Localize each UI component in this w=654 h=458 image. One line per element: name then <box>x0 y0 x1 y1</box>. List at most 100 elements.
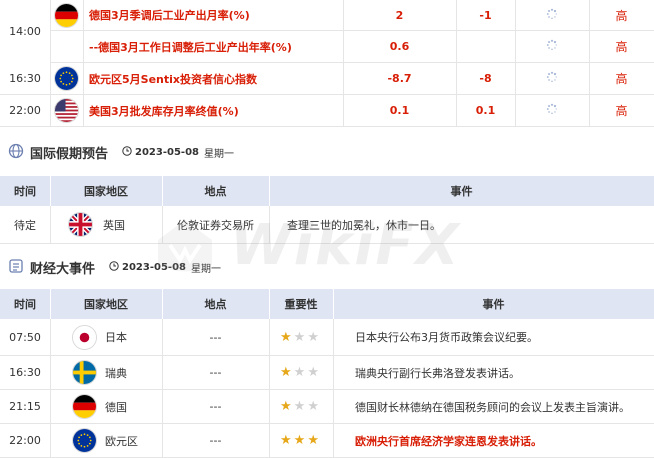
eu-flag-icon <box>72 428 97 453</box>
holiday-event: 查理三世的加冕礼，休市一日。 <box>287 218 441 232</box>
forecast-value: -1 <box>479 8 492 22</box>
eu-flag-icon <box>54 66 79 91</box>
event-time: 16:30 <box>9 72 41 85</box>
clock-icon <box>109 260 119 274</box>
star-icon: ★ <box>280 399 292 414</box>
table-row[interactable]: 16:30 瑞典 --- ★ ★ ★ 瑞典央行副行长弗洛登发表讲话。 <box>0 356 654 390</box>
col-time: 时间 <box>14 298 36 311</box>
flag-cell <box>50 0 83 30</box>
event-time: 16:30 <box>9 366 41 379</box>
table-row[interactable]: --德国3月工作日调整后工业产出年率(%) 0.6 高 <box>0 31 654 63</box>
list-icon <box>8 258 24 277</box>
country-name: 瑞典 <box>105 366 127 380</box>
table-row[interactable]: 07:50 日本 --- ★ ★ ★ 日本央行公布3月货币政策会议纪要。 <box>0 319 654 356</box>
importance-label: 高 <box>615 8 628 23</box>
event-time: 07:50 <box>9 330 41 344</box>
event-description[interactable]: 欧洲央行首席经济学家连恩发表讲话。 <box>355 424 654 457</box>
holiday-section-date: 2023-05-08 星期一 <box>122 145 234 160</box>
table-row[interactable]: 德国3月季调后工业产出月率(%) 2 -1 高 <box>0 0 654 31</box>
holiday-section-title: 国际假期预告 <box>30 146 109 162</box>
event-description[interactable]: 瑞典央行副行长弗洛登发表讲话。 <box>355 356 654 389</box>
country-name: 英国 <box>103 218 125 232</box>
finance-section-title: 财经大事件 <box>30 261 96 277</box>
col-importance: 重要性 <box>284 298 318 311</box>
event-place: --- <box>209 400 222 413</box>
actual-value: -8.7 <box>387 72 412 85</box>
star-icon: ★ <box>307 433 319 448</box>
importance-stars: ★ ★ ★ <box>280 356 333 389</box>
event-time: 22:00 <box>9 434 41 447</box>
previous-cell <box>515 0 589 30</box>
previous-cell <box>515 31 589 62</box>
germany-flag-icon <box>54 2 79 28</box>
clock-icon <box>122 145 132 159</box>
weekday-text: 星期一 <box>190 263 221 275</box>
importance-stars: ★ ★ ★ <box>280 319 333 355</box>
forecast-value: 0.1 <box>475 104 496 117</box>
table-row[interactable]: 22:00 美国3月批发库存月率终值(%) 0.1 0.1 高 <box>0 95 654 127</box>
table-row[interactable]: 16:30 欧元区5月Sentix投资者信心指数 -8.7 -8 高 <box>0 63 654 95</box>
col-time: 时间 <box>14 185 36 198</box>
actual-value: 2 <box>395 8 404 22</box>
table-row[interactable]: 待定 英国 伦敦证券交易所 查理三世的加冕礼，休市一日。 <box>0 206 654 244</box>
holiday-table-header: 时间 国家地区 地点 事件 <box>0 176 654 206</box>
importance-label: 高 <box>615 72 628 86</box>
country-cell: 欧元区 <box>72 424 162 457</box>
uk-flag-icon <box>68 212 93 237</box>
holiday-time: 待定 <box>14 218 36 232</box>
star-icon: ★ <box>280 329 292 345</box>
col-country: 国家地区 <box>84 185 128 198</box>
event-time: 21:15 <box>9 400 41 413</box>
date-text: 2023-05-08 <box>135 146 199 158</box>
star-icon: ★ <box>293 365 306 380</box>
loading-spinner-icon <box>546 71 558 86</box>
star-icon: ★ <box>307 329 319 345</box>
col-country: 国家地区 <box>84 298 128 311</box>
col-event: 事件 <box>450 185 473 198</box>
star-icon: ★ <box>280 433 292 448</box>
finance-table-header: 时间 国家地区 地点 重要性 事件 <box>0 289 654 319</box>
forecast-value: -8 <box>479 72 492 85</box>
star-icon: ★ <box>307 399 319 414</box>
us-flag-icon <box>54 98 79 123</box>
star-icon: ★ <box>293 329 306 345</box>
country-cell: 瑞典 <box>72 356 162 389</box>
event-description[interactable]: 日本央行公布3月货币政策会议纪要。 <box>355 319 654 355</box>
date-text: 2023-05-08 <box>122 261 186 273</box>
importance-stars: ★ ★ ★ <box>280 424 333 457</box>
col-place: 地点 <box>204 185 227 198</box>
star-icon: ★ <box>307 365 319 380</box>
event-name[interactable]: 美国3月批发库存月率终值(%) <box>89 95 343 126</box>
importance-stars: ★ ★ ★ <box>280 390 333 423</box>
table-row[interactable]: 21:15 德国 --- ★ ★ ★ 德国财长林德纳在德国税务顾问的会议上发表主旨演讲。 <box>0 390 654 424</box>
loading-spinner-icon <box>546 103 558 118</box>
forecast-value <box>456 31 515 62</box>
event-name[interactable]: --德国3月工作日调整后工业产出年率(%) <box>89 31 343 62</box>
event-time: 22:00 <box>9 104 41 117</box>
col-event: 事件 <box>482 298 505 311</box>
event-time-merged: 14:00 <box>0 0 50 63</box>
japan-flag-icon <box>72 324 97 350</box>
globe-icon <box>8 143 24 162</box>
actual-value: 0.6 <box>389 40 410 53</box>
country-cell: 英国 <box>68 206 162 243</box>
event-place: --- <box>209 330 222 344</box>
finance-section-date: 2023-05-08 星期一 <box>109 260 221 275</box>
finance-section-header: 财经大事件 2023-05-08 星期一 <box>0 252 654 282</box>
star-icon: ★ <box>293 399 306 414</box>
actual-value: 0.1 <box>389 104 410 117</box>
event-name[interactable]: 欧元区5月Sentix投资者信心指数 <box>89 63 343 94</box>
sweden-flag-icon <box>72 360 97 385</box>
event-name[interactable]: 德国3月季调后工业产出月率(%) <box>89 0 343 30</box>
holiday-place: 伦敦证券交易所 <box>177 218 254 232</box>
table-row[interactable]: 22:00 欧元区 --- ★ ★ ★ 欧洲央行首席经济学家连恩发表讲话。 <box>0 424 654 458</box>
previous-cell <box>515 95 589 126</box>
importance-label: 高 <box>615 104 628 118</box>
importance-label: 高 <box>615 40 628 54</box>
event-description[interactable]: 德国财长林德纳在德国税务顾问的会议上发表主旨演讲。 <box>355 390 654 423</box>
country-cell: 德国 <box>72 390 162 423</box>
flag-cell <box>50 95 83 126</box>
event-place: --- <box>209 434 222 447</box>
col-place: 地点 <box>204 298 227 311</box>
country-name: 日本 <box>105 331 127 344</box>
